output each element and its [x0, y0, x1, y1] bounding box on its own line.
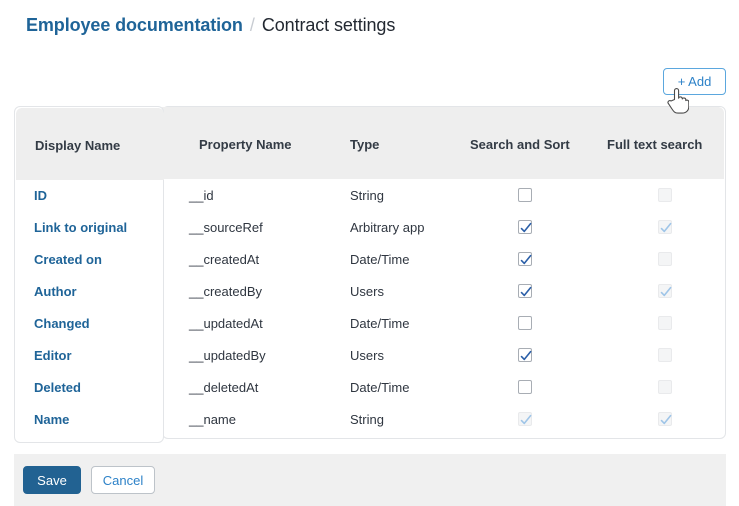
type-value: Users — [350, 284, 384, 299]
property-name-value: __updatedBy — [189, 348, 266, 363]
table-header-row: Property Name Type Search and Sort Full … — [162, 107, 724, 179]
column-header-type: Type — [350, 137, 380, 152]
add-button[interactable]: + Add — [663, 68, 726, 95]
breadcrumb-separator: / — [249, 14, 255, 35]
full-checkbox — [658, 252, 672, 266]
column-header-property-name: Property Name — [199, 137, 292, 152]
display-name-link[interactable]: Author — [34, 284, 77, 299]
full-checkbox — [658, 220, 672, 234]
page-title: Contract settings — [261, 14, 396, 35]
sort-checkbox[interactable] — [518, 188, 532, 202]
column-header-display-name: Display Name — [35, 138, 121, 153]
property-name-value: __updatedAt — [189, 316, 263, 331]
display-name-link[interactable]: Changed — [34, 316, 90, 331]
cancel-button[interactable]: Cancel — [91, 466, 155, 494]
property-name-value: __name — [189, 412, 236, 427]
display-name-link[interactable]: Deleted — [34, 380, 81, 395]
property-name-value: __createdAt — [189, 252, 260, 267]
sort-checkbox[interactable] — [518, 348, 532, 362]
breadcrumb: Employee documentation / Contract settin… — [26, 10, 395, 40]
display-name-link[interactable]: Created on — [34, 252, 102, 267]
full-checkbox — [658, 380, 672, 394]
full-checkbox — [658, 412, 672, 426]
display-name-link[interactable]: ID — [34, 188, 47, 203]
full-checkbox — [658, 316, 672, 330]
sort-checkbox[interactable] — [518, 252, 532, 266]
sort-checkbox — [518, 412, 532, 426]
breadcrumb-parent-link[interactable]: Employee documentation — [26, 15, 243, 36]
full-checkbox — [658, 348, 672, 362]
full-checkbox — [658, 188, 672, 202]
sort-checkbox[interactable] — [518, 284, 532, 298]
display-name-link[interactable]: Link to original — [34, 220, 127, 235]
type-value: Date/Time — [350, 380, 410, 395]
column-header-full-text-search: Full text search — [607, 137, 703, 152]
frozen-column-header: Display Name — [16, 108, 164, 180]
column-header-search-and-sort: Search and Sort — [470, 137, 570, 152]
type-value: Date/Time — [350, 316, 410, 331]
property-name-value: __sourceRef — [189, 220, 263, 235]
display-name-link[interactable]: Editor — [34, 348, 72, 363]
type-value: Date/Time — [350, 252, 410, 267]
sort-checkbox[interactable] — [518, 380, 532, 394]
type-value: Users — [350, 348, 384, 363]
sort-checkbox[interactable] — [518, 220, 532, 234]
type-value: String — [350, 412, 384, 427]
property-name-value: __id — [189, 188, 214, 203]
save-button[interactable]: Save — [23, 466, 81, 494]
form-footer: Save Cancel — [14, 454, 726, 506]
type-value: Arbitrary app — [350, 220, 425, 235]
display-name-link[interactable]: Name — [34, 412, 69, 427]
properties-table: Property Name Type Search and Sort Full … — [14, 106, 726, 443]
property-name-value: __createdBy — [189, 284, 262, 299]
full-checkbox — [658, 284, 672, 298]
type-value: String — [350, 188, 384, 203]
property-name-value: __deletedAt — [189, 380, 259, 395]
sort-checkbox[interactable] — [518, 316, 532, 330]
